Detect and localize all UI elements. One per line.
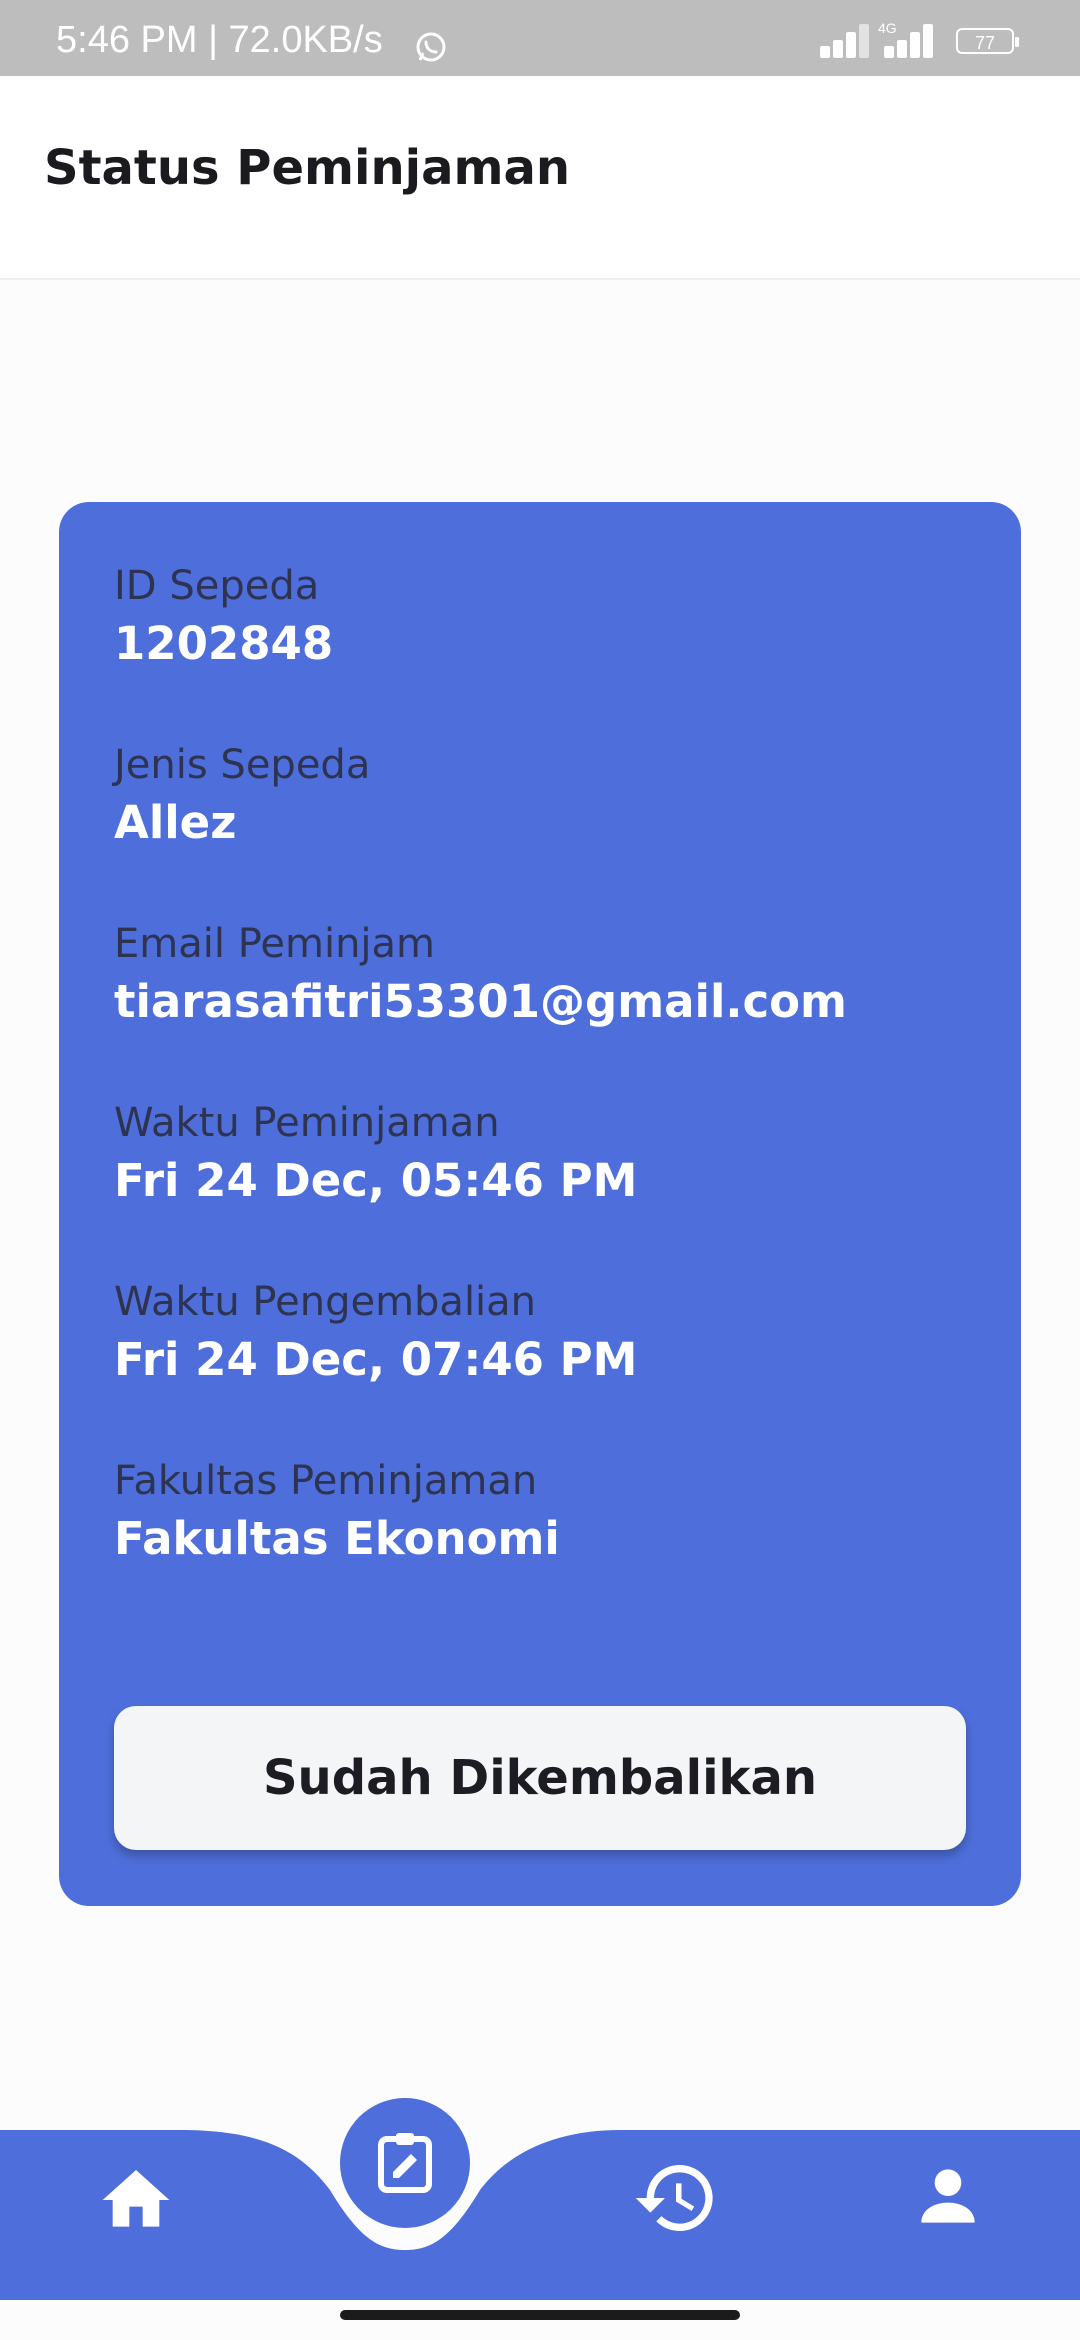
whatsapp-icon	[416, 32, 446, 62]
profile-icon[interactable]	[908, 2156, 988, 2236]
field-value: Fakultas Ekonomi	[114, 1512, 560, 1565]
status-icons: 4G 77	[820, 20, 1020, 62]
field-borrow-time: Waktu Peminjaman Fri 24 Dec, 05:46 PM	[114, 1099, 637, 1209]
field-bike-type: Jenis Sepeda Allez	[114, 741, 370, 851]
clipboard-edit-icon[interactable]	[340, 2098, 470, 2228]
home-icon[interactable]	[96, 2160, 176, 2240]
status-bar: 5:46 PM | 72.0KB/s 4G 77	[0, 0, 1080, 76]
battery-icon: 77	[956, 28, 1019, 54]
gesture-bar	[340, 2310, 740, 2320]
loan-status-card: ID Sepeda 1202848 Jenis Sepeda Allez Ema…	[59, 502, 1021, 1906]
page-title: Status Peminjaman	[44, 140, 571, 196]
signal-icon	[820, 22, 870, 58]
returned-button[interactable]: Sudah Dikembalikan	[114, 1706, 966, 1850]
field-bike-id: ID Sepeda 1202848	[114, 562, 333, 672]
field-return-time: Waktu Pengembalian Fri 24 Dec, 07:46 PM	[114, 1278, 637, 1388]
field-label: Waktu Pengembalian	[114, 1279, 537, 1325]
field-label: Jenis Sepeda	[114, 742, 371, 788]
field-label: ID Sepeda	[114, 563, 320, 609]
field-value: Fri 24 Dec, 07:46 PM	[114, 1333, 638, 1386]
field-label: Waktu Peminjaman	[114, 1100, 500, 1146]
field-label: Email Peminjam	[114, 921, 436, 967]
field-value: tiarasafitri53301@gmail.com	[114, 975, 847, 1028]
field-value: Allez	[114, 796, 237, 849]
field-faculty: Fakultas Peminjaman Fakultas Ekonomi	[114, 1457, 560, 1567]
field-borrower-email: Email Peminjam tiarasafitri53301@gmail.c…	[114, 920, 847, 1030]
bottom-nav	[0, 2098, 1080, 2300]
app-header: Status Peminjaman	[0, 76, 1080, 280]
field-value: 1202848	[114, 617, 334, 670]
field-value: Fri 24 Dec, 05:46 PM	[114, 1154, 638, 1207]
signal-icon-2	[884, 22, 934, 58]
history-icon[interactable]	[632, 2154, 720, 2242]
field-label: Fakultas Peminjaman	[114, 1458, 538, 1504]
status-time-speed: 5:46 PM | 72.0KB/s	[56, 19, 383, 61]
